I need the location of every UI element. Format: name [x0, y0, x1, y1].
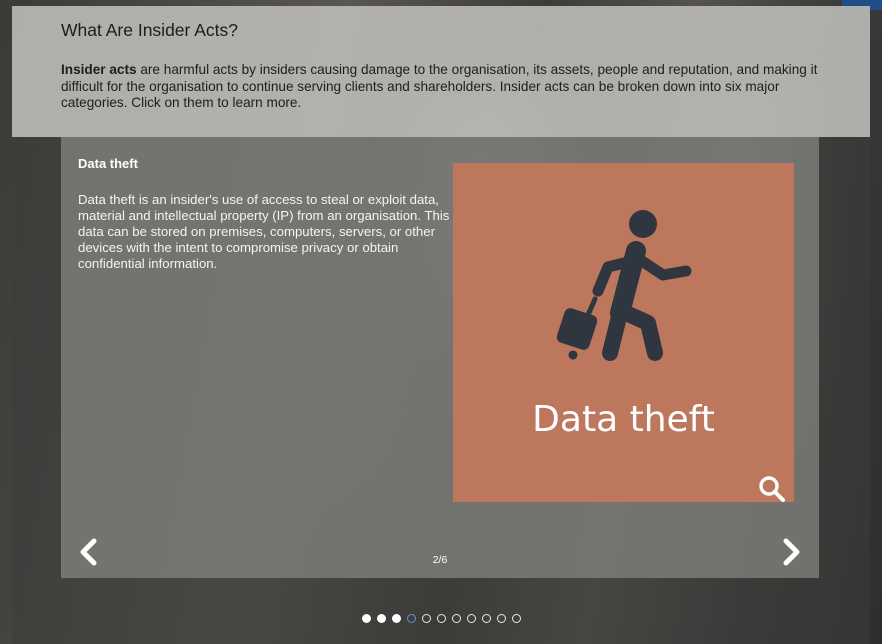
pagination-dot[interactable] — [466, 614, 476, 623]
slide-title: Data theft — [78, 156, 138, 171]
pagination-dot[interactable] — [376, 614, 386, 623]
page-title: What Are Insider Acts? — [61, 20, 239, 40]
chevron-right-icon[interactable] — [779, 537, 805, 567]
pagination-dot[interactable] — [481, 614, 491, 623]
pagination-dots — [0, 614, 882, 623]
header-panel: What Are Insider Acts? Insider acts are … — [12, 6, 870, 137]
person-with-luggage-icon — [556, 210, 692, 361]
card-caption: Data theft — [532, 399, 715, 440]
pagination-dot[interactable] — [511, 614, 521, 623]
pagination-dot[interactable] — [436, 614, 446, 623]
carousel-slide: Data theft Data theft is an insider's us… — [61, 137, 819, 578]
intro-description: are harmful acts by insiders causing dam… — [61, 62, 818, 110]
pagination-dot[interactable] — [391, 614, 401, 623]
slide-counter: 2/6 — [432, 554, 448, 566]
pagination-dot[interactable] — [421, 614, 431, 623]
pagination-dot[interactable] — [496, 614, 506, 623]
pagination-dot[interactable] — [451, 614, 461, 623]
pagination-dot-current[interactable] — [406, 614, 416, 623]
intro-text: Insider acts are harmful acts by insider… — [61, 62, 831, 112]
slide-description: Data theft is an insider's use of access… — [78, 192, 450, 271]
pagination-dot[interactable] — [361, 614, 371, 623]
search-icon[interactable] — [758, 475, 786, 503]
intro-bold-term: Insider acts — [61, 62, 137, 77]
category-card[interactable]: Data theft — [453, 163, 794, 502]
